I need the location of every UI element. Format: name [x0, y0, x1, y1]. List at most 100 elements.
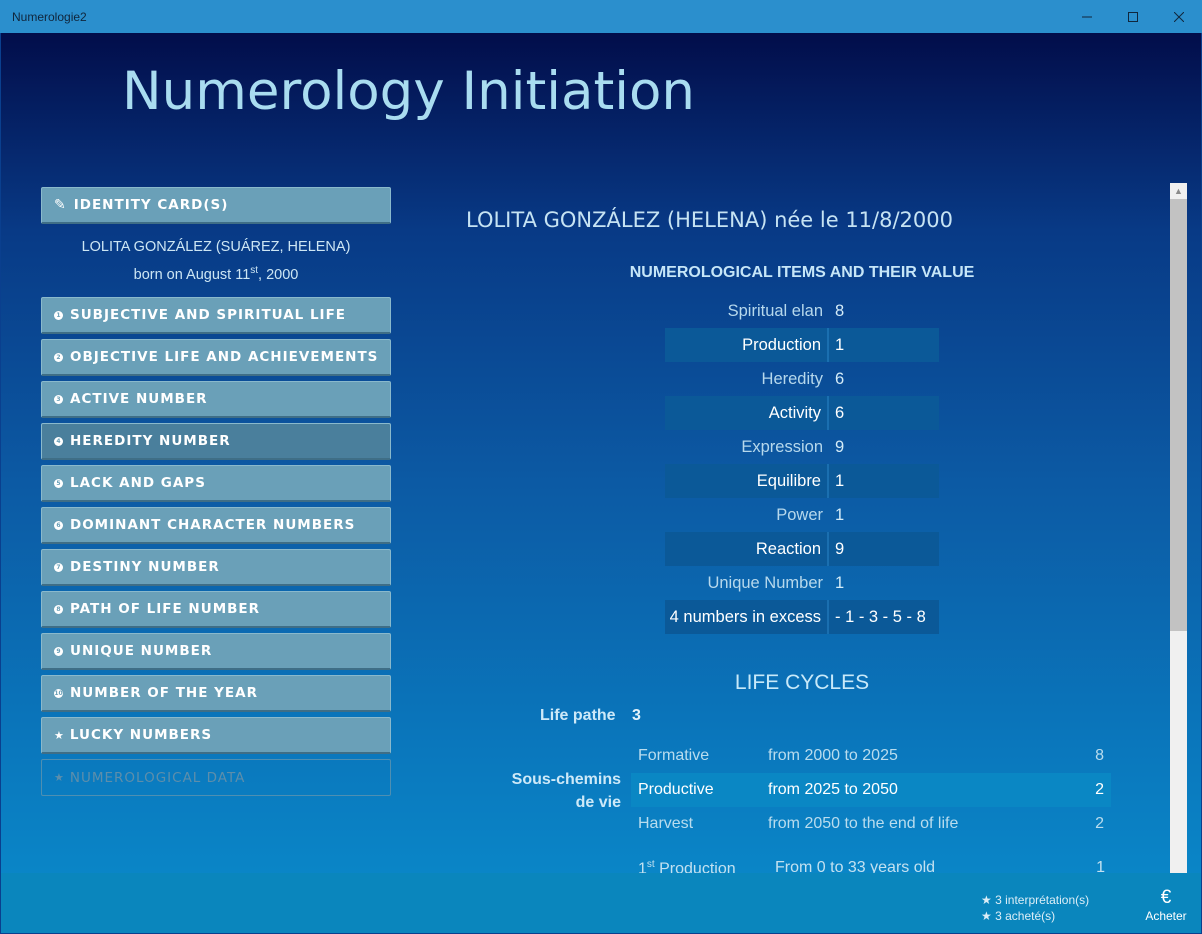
item-value: 6: [835, 403, 845, 422]
title-bar: Numerologie2: [0, 0, 1202, 33]
number-badge-icon: 3: [54, 394, 63, 404]
item-label: Heredity: [761, 369, 823, 388]
sidebar-item-8[interactable]: 8 PATH OF LIFE NUMBER: [41, 591, 391, 628]
sub-path-range: from 2025 to 2050: [768, 781, 898, 798]
item-label: Expression: [741, 437, 823, 456]
sub-path-range: from 2000 to 2025: [768, 747, 898, 764]
star-icon: ★: [54, 728, 64, 742]
sidebar-item-4[interactable]: 4 HEREDITY NUMBER: [41, 423, 391, 460]
item-row: Unique Number 1: [665, 566, 939, 600]
item-label: Spiritual elan: [727, 301, 823, 320]
numerological-data-label: NUMEROLOGICAL DATA: [69, 769, 246, 786]
scroll-up-icon[interactable]: ▲: [1170, 183, 1187, 199]
maximize-button[interactable]: [1110, 0, 1156, 33]
items-section-title: NUMEROLOGICAL ITEMS AND THEIR VALUE: [629, 264, 975, 281]
item-row: Production 1: [665, 328, 939, 362]
identity-card-label: IDENTITY CARD(S): [73, 197, 229, 213]
numerological-items-table: Spiritual elan 8 Production 1 Heredity 6 Activ…: [665, 294, 939, 634]
item-value: - 1 - 3 - 5 - 8: [835, 607, 926, 626]
number-badge-icon: 6: [54, 520, 63, 530]
sidebar-item-10[interactable]: 10 NUMBER OF THE YEAR: [41, 675, 391, 712]
sidebar-item-label: ACTIVE NUMBER: [70, 391, 208, 407]
sidebar-item-label: HEREDITY NUMBER: [70, 433, 231, 449]
sidebar-item-label: NUMBER OF THE YEAR: [70, 685, 258, 701]
buy-label: Acheter: [1145, 909, 1187, 923]
sidebar-item-label: LACK AND GAPS: [70, 475, 206, 491]
item-row: Spiritual elan 8: [665, 294, 939, 328]
buy-button[interactable]: € Acheter: [1141, 887, 1191, 923]
number-badge-icon: 1: [54, 310, 63, 320]
close-button[interactable]: [1156, 0, 1202, 33]
maximize-icon: [1128, 11, 1138, 22]
number-badge-icon: 7: [54, 562, 63, 572]
item-value: 6: [835, 369, 845, 388]
number-badge-icon: 9: [54, 646, 63, 656]
item-label: Equilibre: [665, 464, 829, 498]
number-badge-icon: 4: [54, 436, 63, 446]
lucky-numbers-label: LUCKY NUMBERS: [69, 727, 213, 743]
sub-path-name: Harvest: [638, 815, 694, 832]
star-icon: ★: [54, 771, 64, 784]
vertical-scrollbar[interactable]: ▲: [1170, 183, 1187, 873]
sub-paths-label: Sous-chemins de vie: [501, 768, 621, 814]
numerological-data-button[interactable]: ★ NUMEROLOGICAL DATA: [41, 759, 391, 796]
sidebar-item-6[interactable]: 6 DOMINANT CHARACTER NUMBERS: [41, 507, 391, 544]
sidebar-item-3[interactable]: 3 ACTIVE NUMBER: [41, 381, 391, 418]
minimize-button[interactable]: [1064, 0, 1110, 33]
scrollbar-thumb[interactable]: [1170, 199, 1187, 631]
item-label: Reaction: [665, 532, 829, 566]
sidebar-item-1[interactable]: 1 SUBJECTIVE AND SPIRITUAL LIFE: [41, 297, 391, 334]
item-label: Unique Number: [707, 573, 823, 592]
app-content: Numerology Initiation ✎ IDENTITY CARD(S)…: [1, 33, 1201, 933]
item-label: Power: [776, 505, 823, 524]
identity-summary: LOLITA GONZÁLEZ (SUÁREZ, HELENA) born on…: [41, 236, 391, 287]
sidebar-item-7[interactable]: 7 DESTINY NUMBER: [41, 549, 391, 586]
sidebar-item-label: SUBJECTIVE AND SPIRITUAL LIFE: [70, 307, 347, 323]
sidebar-item-5[interactable]: 5 LACK AND GAPS: [41, 465, 391, 502]
window-controls: [1064, 0, 1202, 33]
item-label: 4 numbers in excess: [665, 600, 829, 634]
identity-name: LOLITA GONZÁLEZ (SUÁREZ, HELENA): [81, 239, 351, 255]
sub-path-value: 2: [1095, 781, 1104, 798]
item-value: 9: [835, 437, 845, 456]
bottom-bar: ★ 3 interprétation(s) ★ 3 acheté(s) € Ac…: [1, 873, 1201, 933]
item-value: 1: [835, 335, 845, 354]
sidebar-item-label: DOMINANT CHARACTER NUMBERS: [70, 517, 356, 533]
life-pathe-value: 3: [632, 707, 641, 724]
bought-count: ★ 3 acheté(s): [981, 909, 1056, 923]
life-cycles-title: LIFE CYCLES: [734, 671, 870, 694]
purchase-info: ★ 3 interprétation(s) ★ 3 acheté(s): [981, 892, 1089, 924]
sidebar-item-label: DESTINY NUMBER: [70, 559, 220, 575]
item-row: Power 1: [665, 498, 939, 532]
number-badge-icon: 10: [54, 688, 63, 698]
sidebar-item-label: UNIQUE NUMBER: [70, 643, 213, 659]
item-value: 1: [835, 471, 845, 490]
number-badge-icon: 8: [54, 604, 63, 614]
window-title: Numerologie2: [12, 9, 87, 24]
item-row: Expression 9: [665, 430, 939, 464]
item-row: Reaction 9: [665, 532, 939, 566]
app-title: Numerology Initiation: [122, 61, 695, 122]
sub-path-range: from 2050 to the end of life: [768, 815, 959, 832]
sub-paths-label-line1: Sous-chemins: [511, 771, 621, 788]
person-header: LOLITA GONZÁLEZ (HELENA) née le 11/8/200…: [466, 208, 953, 232]
life-pathe-label: Life pathe: [540, 707, 616, 724]
sub-path-value: 8: [1095, 747, 1104, 764]
item-row: Heredity 6: [665, 362, 939, 396]
sub-path-value: 2: [1095, 815, 1104, 832]
item-row: Activity 6: [665, 396, 939, 430]
interpretations-count: ★ 3 interprétation(s): [981, 893, 1090, 907]
item-value: 1: [835, 505, 845, 524]
item-label: Activity: [665, 396, 829, 430]
sidebar-item-label: PATH OF LIFE NUMBER: [70, 601, 261, 617]
item-value: 9: [835, 539, 845, 558]
sub-paths-label-line2: de vie: [575, 794, 621, 811]
sub-path-row: Harvest from 2050 to the end of life 2: [631, 807, 1111, 841]
sidebar-item-9[interactable]: 9 UNIQUE NUMBER: [41, 633, 391, 670]
lucky-numbers-button[interactable]: ★ LUCKY NUMBERS: [41, 717, 391, 754]
sidebar-item-2[interactable]: 2 OBJECTIVE LIFE AND ACHIEVEMENTS: [41, 339, 391, 376]
number-badge-icon: 2: [54, 352, 63, 362]
item-row: Equilibre 1: [665, 464, 939, 498]
identity-card-button[interactable]: ✎ IDENTITY CARD(S): [41, 187, 391, 224]
sub-path-row: Formative from 2000 to 2025 8: [631, 739, 1111, 773]
